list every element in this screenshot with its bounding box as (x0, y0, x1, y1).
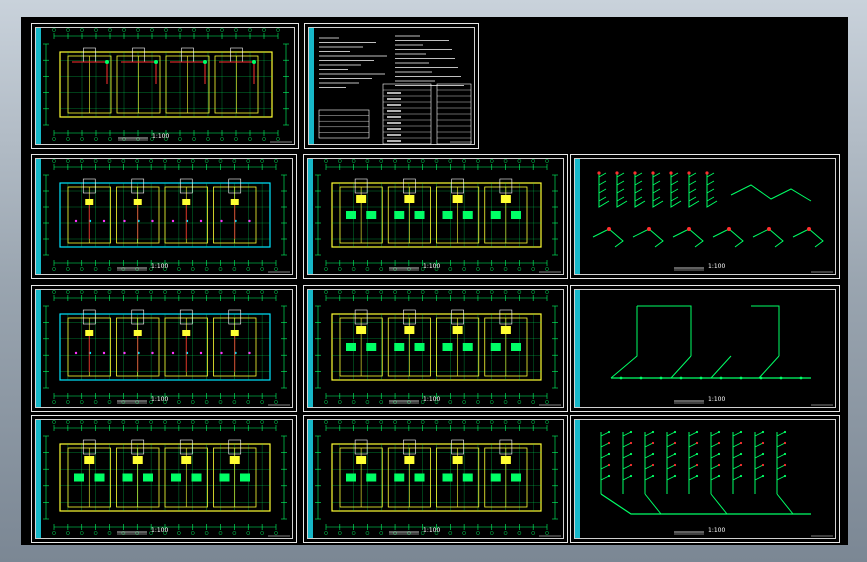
sheet-scale-label: 1:100 (151, 527, 169, 534)
floor-plan-drawing (43, 290, 290, 406)
sheet-scale-label: 1:100 (708, 527, 726, 534)
sheet-scale-label: 1:100 (708, 396, 726, 403)
isometric-drawing (610, 305, 833, 406)
floor-plan-drawing (43, 420, 290, 537)
sheet-11[interactable]: 1:100 (570, 415, 840, 543)
sheet-8[interactable]: 1:100 (570, 285, 840, 412)
sheet-4[interactable]: 1:100 (303, 154, 568, 279)
sheet-scale-label: 1:100 (152, 133, 170, 140)
isometric-drawing (600, 430, 833, 537)
floor-plan-drawing (315, 420, 561, 537)
sheet-7[interactable]: 1:100 (303, 285, 568, 412)
sheet-2[interactable] (304, 23, 479, 149)
sheet-scale-label: 1:100 (423, 396, 441, 403)
sheet-6[interactable]: 1:100 (31, 285, 297, 412)
sheet-10[interactable]: 1:100 (303, 415, 568, 543)
sheet-scale-label: 1:100 (151, 396, 169, 403)
drawing-canvas[interactable]: 1:100 1:100 1:100 1:100 1:100 1:100 1:100 1:100… (21, 17, 848, 545)
sheet-scale-label: 1:100 (423, 263, 441, 270)
notes-legend-drawing (318, 35, 472, 145)
sheet-3[interactable]: 1:100 (31, 154, 297, 279)
floor-plan-drawing (43, 28, 292, 143)
floor-plan-drawing (315, 159, 561, 273)
isometric-drawing (592, 171, 833, 273)
sheet-scale-label: 1:100 (151, 263, 169, 270)
floor-plan-drawing (315, 290, 561, 406)
sheet-scale-label: 1:100 (708, 263, 726, 270)
sheet-9[interactable]: 1:100 (31, 415, 297, 543)
sheet-scale-label: 1:100 (423, 527, 441, 534)
sheet-5[interactable]: 1:100 (570, 154, 840, 279)
floor-plan-drawing (43, 159, 290, 273)
sheet-1[interactable]: 1:100 (31, 23, 299, 149)
